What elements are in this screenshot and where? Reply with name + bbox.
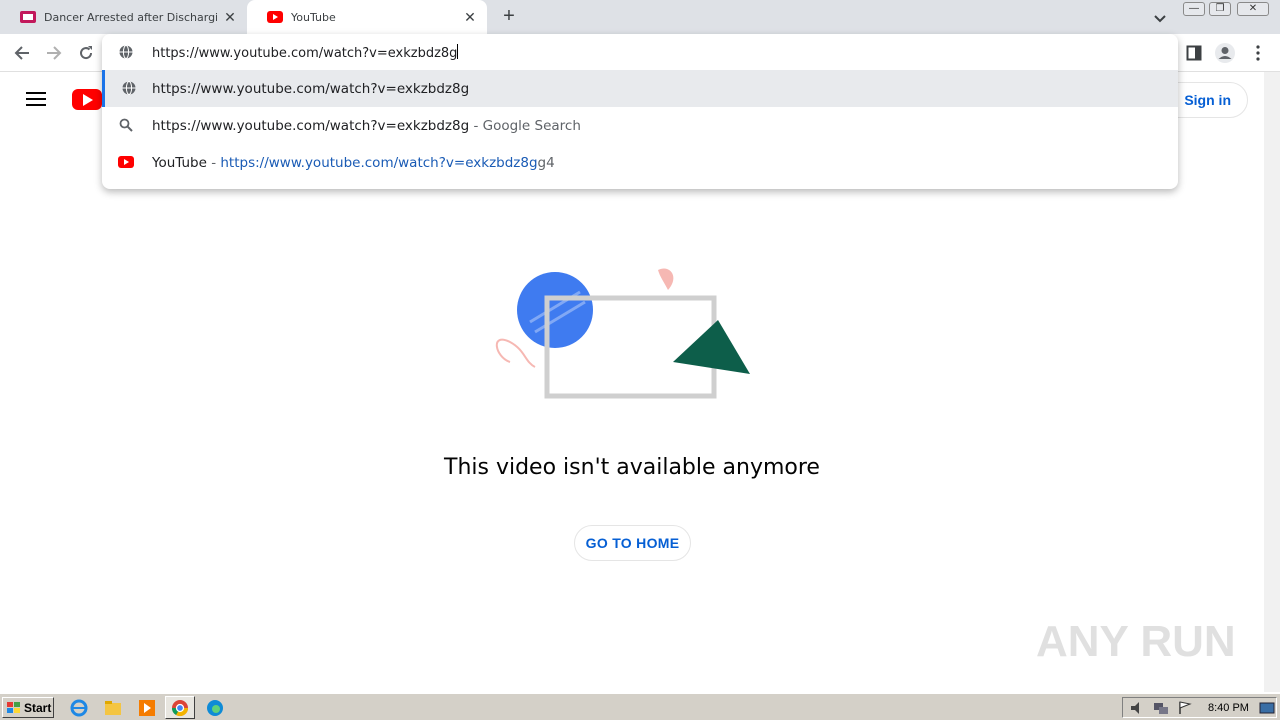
- minimize-button[interactable]: —: [1183, 2, 1205, 16]
- go-to-home-button[interactable]: GO TO HOME: [574, 525, 691, 561]
- flag-icon[interactable]: [1178, 701, 1192, 715]
- chrome-taskbar-button[interactable]: [165, 696, 195, 719]
- volume-icon[interactable]: [1129, 701, 1145, 715]
- youtube-favicon: [267, 11, 283, 23]
- forward-button[interactable]: [43, 42, 65, 64]
- forward-arrow-icon: [47, 46, 62, 60]
- unavailable-message: This video isn't available anymore: [444, 455, 820, 480]
- text-caret: [457, 44, 459, 59]
- unavailable-video-illustration: [495, 268, 750, 399]
- search-icon: [118, 117, 134, 133]
- site-favicon: [20, 11, 36, 23]
- restore-button[interactable]: ❐: [1209, 2, 1231, 16]
- start-button[interactable]: Start: [2, 697, 54, 718]
- windows-taskbar: Start 8:40 PM: [0, 693, 1280, 720]
- back-button[interactable]: [11, 42, 33, 64]
- tab-title: YouTube: [291, 10, 336, 24]
- pink-shape: [658, 268, 674, 290]
- clock: 8:40 PM: [1208, 702, 1249, 714]
- globe-icon: [122, 81, 136, 95]
- start-label: Start: [24, 700, 52, 715]
- go-to-home-label: GO TO HOME: [585, 535, 680, 551]
- reload-button[interactable]: [75, 42, 97, 64]
- suggestion-search[interactable]: https://www.youtube.com/watch?v=exkzbdz8…: [102, 107, 1178, 144]
- watermark-text: ANY RUN: [1036, 617, 1236, 666]
- internet-explorer-icon[interactable]: [70, 699, 88, 717]
- media-player-icon[interactable]: [138, 699, 156, 717]
- side-panel-button[interactable]: [1183, 42, 1205, 64]
- green-triangle-shape: [673, 320, 750, 374]
- suggestion-text: https://www.youtube.com/watch?v=exkzbdz8…: [152, 81, 470, 97]
- tab-search-chevron-icon[interactable]: [1152, 10, 1168, 26]
- suggestion-text: YouTube - https://www.youtube.com/watch?…: [152, 155, 555, 171]
- suggestion-text: https://www.youtube.com/watch?v=exkzbdz8…: [152, 118, 581, 134]
- tab-youtube[interactable]: YouTube ✕: [247, 0, 487, 34]
- windows-logo-icon: [7, 701, 20, 713]
- chrome-icon: [171, 700, 189, 717]
- globe-icon: [119, 45, 133, 59]
- page-scrollbar[interactable]: [1264, 72, 1280, 692]
- new-tab-button[interactable]: +: [498, 6, 520, 28]
- blue-circle-shape: [517, 272, 593, 348]
- tab-title: Dancer Arrested after Discharging G: [44, 10, 217, 24]
- suggestion-history[interactable]: YouTube - https://www.youtube.com/watch?…: [102, 144, 1178, 181]
- folder-icon[interactable]: [104, 699, 122, 717]
- reload-icon: [80, 46, 93, 60]
- hamburger-menu-icon[interactable]: [26, 92, 46, 106]
- tab-close-icon[interactable]: ✕: [463, 9, 477, 25]
- kebab-menu-icon: [1256, 45, 1260, 61]
- squiggle-shape: [495, 338, 536, 368]
- network-icon[interactable]: [1153, 701, 1169, 715]
- side-panel-icon: [1186, 45, 1202, 61]
- show-desktop-icon[interactable]: [1259, 701, 1275, 715]
- close-window-button[interactable]: ✕: [1237, 2, 1269, 16]
- youtube-logo[interactable]: [72, 89, 102, 110]
- youtube-icon: [118, 154, 134, 170]
- edge-icon[interactable]: [206, 699, 224, 717]
- profile-button[interactable]: [1214, 42, 1236, 64]
- sign-in-label: Sign in: [1184, 92, 1231, 108]
- address-input-text[interactable]: https://www.youtube.com/watch?v=exkzbdz8…: [152, 44, 459, 61]
- anyrun-watermark: ANY RUN: [1036, 617, 1236, 666]
- tab-strip: Dancer Arrested after Discharging G ✕ Yo…: [0, 0, 1280, 34]
- tab-close-icon[interactable]: ✕: [223, 9, 237, 25]
- suggestion-url[interactable]: https://www.youtube.com/watch?v=exkzbdz8…: [102, 70, 1178, 107]
- system-tray: [1122, 697, 1277, 718]
- tab-dancer-article[interactable]: Dancer Arrested after Discharging G ✕: [0, 0, 247, 34]
- menu-button[interactable]: [1247, 42, 1269, 64]
- back-arrow-icon: [14, 46, 29, 60]
- address-bar[interactable]: https://www.youtube.com/watch?v=exkzbdz8…: [102, 34, 1178, 70]
- omnibox-dropdown: https://www.youtube.com/watch?v=exkzbdz8…: [102, 34, 1178, 189]
- profile-avatar-icon: [1215, 43, 1235, 63]
